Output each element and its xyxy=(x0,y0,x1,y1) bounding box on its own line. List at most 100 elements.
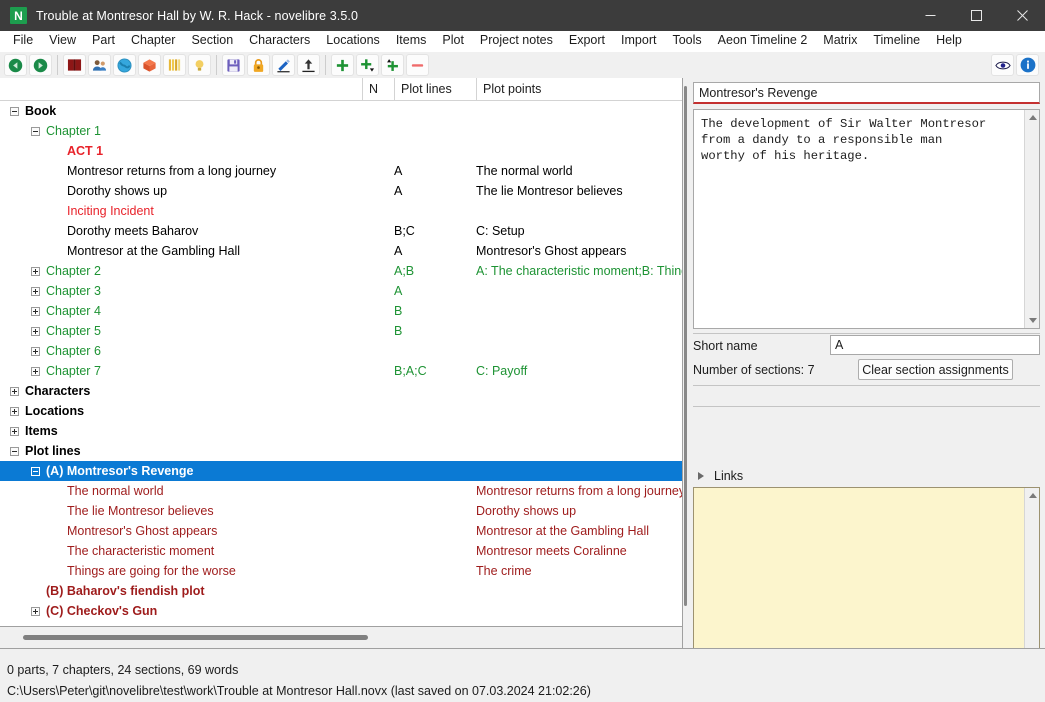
tree-row[interactable]: (B) Baharov's fiendish plot xyxy=(0,581,682,601)
menu-locations[interactable]: Locations xyxy=(319,32,387,51)
expand-icon[interactable] xyxy=(10,426,19,436)
tree-row[interactable]: Chapter 1 xyxy=(0,121,682,141)
menu-help[interactable]: Help xyxy=(929,32,969,51)
menu-view[interactable]: View xyxy=(42,32,83,51)
expand-icon[interactable] xyxy=(31,306,40,316)
tree-row[interactable]: Montresor at the Gambling Hall A Montresor… xyxy=(0,241,682,261)
menu-characters[interactable]: Characters xyxy=(242,32,317,51)
menu-import[interactable]: Import xyxy=(614,32,663,51)
tree-row[interactable]: Locations xyxy=(0,401,682,421)
items-icon[interactable] xyxy=(138,54,161,76)
toolbar-group-4 xyxy=(330,54,430,76)
go-forward-icon[interactable] xyxy=(29,54,52,76)
menu-section[interactable]: Section xyxy=(184,32,240,51)
tree-row[interactable]: (A) Montresor's Revenge xyxy=(0,461,682,481)
menu-file[interactable]: File xyxy=(6,32,40,51)
tree-row[interactable]: Chapter 4 B xyxy=(0,301,682,321)
expand-icon[interactable] xyxy=(10,406,19,416)
description-textarea[interactable]: The development of Sir Walter Montresor … xyxy=(693,109,1040,329)
edit-manuscript-icon[interactable] xyxy=(272,54,295,76)
scrollbar-thumb[interactable] xyxy=(23,635,368,640)
tree-row[interactable]: Chapter 2 A;B A: The characteristic moment… xyxy=(0,261,682,281)
add-parent-icon[interactable] xyxy=(381,54,404,76)
project-tree[interactable]: Book Chapter 1 ACT 1 Montresor returns from… xyxy=(0,101,682,627)
menu-project-notes[interactable]: Project notes xyxy=(473,32,560,51)
tree-row[interactable]: The normal world Montresor returns from a… xyxy=(0,481,682,501)
collapse-icon[interactable] xyxy=(10,446,19,456)
project-notes-icon[interactable] xyxy=(188,54,211,76)
close-icon[interactable] xyxy=(999,0,1045,31)
menu-timeline[interactable]: Timeline xyxy=(866,32,927,51)
tree-row[interactable]: Characters xyxy=(0,381,682,401)
menu-items[interactable]: Items xyxy=(389,32,434,51)
plotline-title-field[interactable]: Montresor's Revenge xyxy=(693,82,1040,104)
tree-row[interactable]: Montresor's Ghost appears Montresor at th… xyxy=(0,521,682,541)
tree-row[interactable]: Book xyxy=(0,101,682,121)
links-section-header[interactable]: Links xyxy=(693,466,1040,486)
tree-row[interactable]: Plot lines xyxy=(0,441,682,461)
column-header-title[interactable] xyxy=(0,78,362,100)
description-scrollbar[interactable] xyxy=(1024,110,1039,328)
update-from-manuscript-icon[interactable] xyxy=(297,54,320,76)
tree-row[interactable]: (C) Checkov's Gun xyxy=(0,601,682,621)
column-header-plot-points[interactable]: Plot points xyxy=(476,78,681,100)
tree-row[interactable]: Montresor returns from a long journey A Th… xyxy=(0,161,682,181)
expand-icon[interactable] xyxy=(31,266,40,276)
tree-row[interactable]: Chapter 6 xyxy=(0,341,682,361)
links-scroll-up-icon[interactable] xyxy=(1025,488,1039,503)
tree-row-n-cell xyxy=(362,161,392,181)
clear-section-assignments-button[interactable]: Clear section assignments xyxy=(858,359,1013,380)
scroll-up-icon[interactable] xyxy=(1025,110,1039,125)
tree-row[interactable]: Dorothy shows up A The lie Montresor belie… xyxy=(0,181,682,201)
short-name-input[interactable]: A xyxy=(830,335,1040,355)
add-icon[interactable] xyxy=(331,54,354,76)
lock-icon[interactable] xyxy=(247,54,270,76)
go-back-icon[interactable] xyxy=(4,54,27,76)
scroll-down-icon[interactable] xyxy=(1025,313,1039,328)
collapse-icon[interactable] xyxy=(31,466,40,476)
menu-plot[interactable]: Plot xyxy=(435,32,471,51)
menu-chapter[interactable]: Chapter xyxy=(124,32,182,51)
add-child-icon[interactable] xyxy=(356,54,379,76)
splitter-handle[interactable] xyxy=(684,86,687,606)
menu-aeon-timeline-2[interactable]: Aeon Timeline 2 xyxy=(711,32,815,51)
expand-icon[interactable] xyxy=(31,606,40,616)
short-name-label: Short name xyxy=(693,339,758,353)
menu-matrix[interactable]: Matrix xyxy=(816,32,864,51)
tree-row[interactable]: Inciting Incident xyxy=(0,201,682,221)
tree-row-title-cell: Plot lines xyxy=(10,441,81,461)
menu-part[interactable]: Part xyxy=(85,32,122,51)
save-icon[interactable] xyxy=(222,54,245,76)
collapse-icon[interactable] xyxy=(10,106,19,116)
characters-icon[interactable] xyxy=(88,54,111,76)
tree-row[interactable]: Chapter 3 A xyxy=(0,281,682,301)
collapse-icon[interactable] xyxy=(31,126,40,136)
menu-export[interactable]: Export xyxy=(562,32,612,51)
tree-row[interactable]: Chapter 5 B xyxy=(0,321,682,341)
tree-row[interactable]: ACT 1 xyxy=(0,141,682,161)
tree-row[interactable]: Dorothy meets Baharov B;C C: Setup xyxy=(0,221,682,241)
tree-row[interactable]: Chapter 7 B;A;C C: Payoff xyxy=(0,361,682,381)
tree-row[interactable]: Things are going for the worse The crime xyxy=(0,561,682,581)
locations-icon[interactable] xyxy=(113,54,136,76)
expand-icon[interactable] xyxy=(31,346,40,356)
chevron-right-icon[interactable] xyxy=(698,472,704,480)
info-icon[interactable] xyxy=(1016,54,1039,76)
book-icon[interactable] xyxy=(63,54,86,76)
view-toggle-icon[interactable] xyxy=(991,54,1014,76)
plot-lines-icon[interactable] xyxy=(163,54,186,76)
maximize-icon[interactable] xyxy=(953,0,999,31)
tree-row[interactable]: Items xyxy=(0,421,682,441)
expand-icon[interactable] xyxy=(31,366,40,376)
tree-row[interactable]: The characteristic moment Montresor meets… xyxy=(0,541,682,561)
column-header-plot-lines[interactable]: Plot lines xyxy=(394,78,476,100)
column-header-n[interactable]: N xyxy=(362,78,394,100)
expand-icon[interactable] xyxy=(10,386,19,396)
tree-row[interactable]: The lie Montresor believes Dorothy shows … xyxy=(0,501,682,521)
expand-icon[interactable] xyxy=(31,326,40,336)
menu-tools[interactable]: Tools xyxy=(665,32,708,51)
expand-icon[interactable] xyxy=(31,286,40,296)
minimize-icon[interactable] xyxy=(907,0,953,31)
delete-icon[interactable] xyxy=(406,54,429,76)
tree-horizontal-scrollbar[interactable] xyxy=(0,626,682,648)
